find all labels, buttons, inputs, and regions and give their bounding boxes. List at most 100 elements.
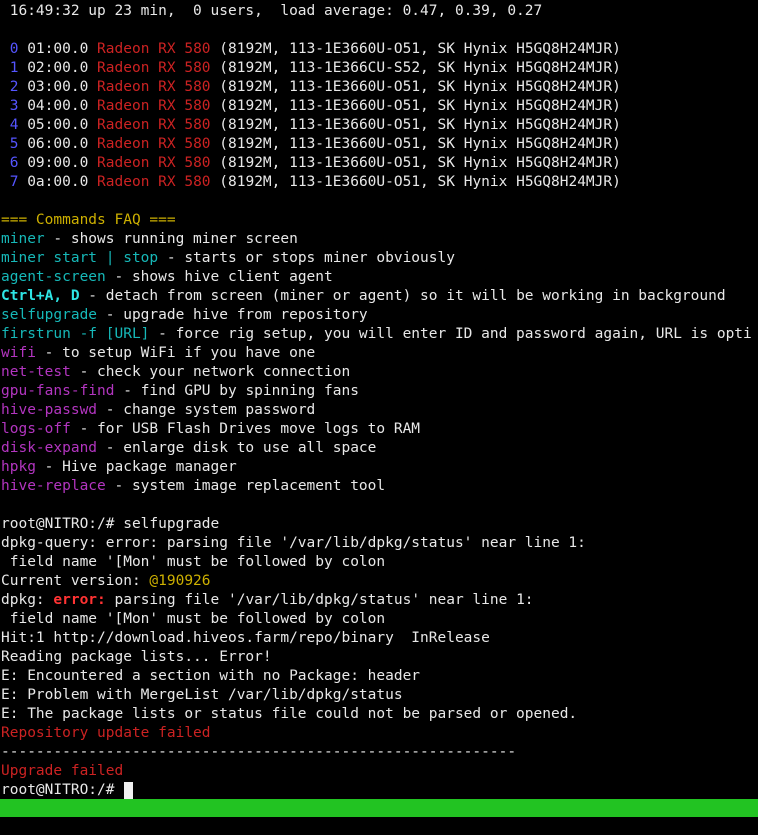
- terminal-line: wifi - to setup WiFi if you have one: [0, 344, 758, 363]
- terminal-output[interactable]: 16:49:32 up 23 min, 0 users, load averag…: [0, 2, 758, 799]
- terminal-line: field name '[Mon' must be followed by co…: [0, 610, 758, 629]
- window-tab-bash[interactable]: 0:bash*: [18, 818, 79, 834]
- terminal-text-segment: 3: [1, 98, 28, 114]
- terminal-text-segment: - enlarge disk to use all space: [97, 440, 377, 456]
- terminal-text-segment: net-test: [1, 364, 71, 380]
- terminal-text-segment: (8192M, 113-1E3660U-O51, SK Hynix H5GQ8H…: [210, 117, 621, 133]
- terminal-text-segment: Radeon RX 580: [97, 79, 211, 95]
- terminal-line: agent-screen - shows hive client agent: [0, 268, 758, 287]
- terminal-text-segment: - detach from screen (miner or agent) so…: [79, 288, 726, 304]
- terminal-text-segment: field name '[Mon' must be followed by co…: [1, 554, 386, 570]
- terminal-text-segment: - force rig setup, you will enter ID and…: [149, 326, 752, 342]
- terminal-text-segment: 5: [1, 136, 28, 152]
- terminal-line: Upgrade failed: [0, 762, 758, 781]
- terminal-text-segment: ----------------------------------------…: [1, 744, 517, 760]
- terminal-text-segment: 0a:00.0: [27, 174, 98, 190]
- terminal-text-segment: E: The package lists or status file coul…: [1, 706, 578, 722]
- terminal-line: 7 0a:00.0 Radeon RX 580 (8192M, 113-1E36…: [0, 173, 758, 192]
- terminal-text-segment: root@NITRO:/# selfupgrade: [1, 516, 220, 532]
- terminal-text-segment: - change system password: [97, 402, 316, 418]
- terminal-text-segment: - find GPU by spinning fans: [114, 383, 359, 399]
- terminal-line: Current version: @190926: [0, 572, 758, 591]
- terminal-line: selfupgrade - upgrade hive from reposito…: [0, 306, 758, 325]
- terminal-text-segment: (8192M, 113-1E3660U-O51, SK Hynix H5GQ8H…: [210, 136, 621, 152]
- terminal-line: 6 09:00.0 Radeon RX 580 (8192M, 113-1E36…: [0, 154, 758, 173]
- terminal-text-segment: hive-passwd: [1, 402, 98, 418]
- terminal-line: miner start | stop - starts or stops min…: [0, 249, 758, 268]
- terminal-text-segment: (8192M, 113-1E3660U-O51, SK Hynix H5GQ8H…: [210, 174, 621, 190]
- terminal-line: 2 03:00.0 Radeon RX 580 (8192M, 113-1E36…: [0, 78, 758, 97]
- terminal-line: field name '[Mon' must be followed by co…: [0, 553, 758, 572]
- terminal-line: ----------------------------------------…: [0, 743, 758, 762]
- terminal-text-segment: error:: [53, 592, 106, 608]
- terminal-line: 3 04:00.0 Radeon RX 580 (8192M, 113-1E36…: [0, 97, 758, 116]
- terminal-text-segment: field name '[Mon' must be followed by co…: [1, 611, 386, 627]
- terminal-text-segment: - upgrade hive from repository: [97, 307, 368, 323]
- terminal-text-segment: 02:00.0: [27, 60, 98, 76]
- terminal-text-segment: hpkg: [1, 459, 36, 475]
- terminal-line: Repository update failed: [0, 724, 758, 743]
- terminal-line: gpu-fans-find - find GPU by spinning fan…: [0, 382, 758, 401]
- terminal-text-segment: 0: [1, 41, 28, 57]
- terminal-line: === Commands FAQ ===: [0, 211, 758, 230]
- terminal-text-segment: 03:00.0: [27, 79, 98, 95]
- terminal-line: 4 05:00.0 Radeon RX 580 (8192M, 113-1E36…: [0, 116, 758, 135]
- terminal-text-segment: Current version:: [1, 573, 150, 589]
- terminal-text-segment: - shows hive client agent: [105, 269, 333, 285]
- terminal-line: 1 02:00.0 Radeon RX 580 (8192M, 113-1E36…: [0, 59, 758, 78]
- terminal-text-segment: 06:00.0: [27, 136, 98, 152]
- terminal-text-segment: Radeon RX 580: [97, 174, 211, 190]
- terminal-text-segment: parsing file '/var/lib/dpkg/status' near…: [105, 592, 534, 608]
- terminal-text-segment: - starts or stops miner obviously: [158, 250, 455, 266]
- terminal-line: hpkg - Hive package manager: [0, 458, 758, 477]
- terminal-text-segment: 2: [1, 79, 28, 95]
- terminal-text-segment: Ctrl+A, D: [1, 288, 80, 304]
- terminal-text-segment: dpkg:: [1, 592, 54, 608]
- terminal-text-segment: @190926: [149, 573, 211, 589]
- terminal-text-segment: Reading package lists... Error!: [1, 649, 272, 665]
- terminal-line: 0 01:00.0 Radeon RX 580 (8192M, 113-1E36…: [0, 40, 758, 59]
- terminal-text-segment: E: Encountered a section with no Package…: [1, 668, 421, 684]
- terminal-text-segment: selfupgrade: [1, 307, 98, 323]
- terminal-text-segment: - shows running miner screen: [44, 231, 298, 247]
- terminal-line: E: Problem with MergeList /var/lib/dpkg/…: [0, 686, 758, 705]
- terminal-line: disk-expand - enlarge disk to use all sp…: [0, 439, 758, 458]
- terminal-line: miner - shows running miner screen: [0, 230, 758, 249]
- terminal-text-segment: firstrun -f [URL]: [1, 326, 150, 342]
- terminal-text-segment: root@NITRO:/#: [1, 782, 124, 798]
- terminal-text-segment: Radeon RX 580: [97, 117, 211, 133]
- terminal-line: Hit:1 http://download.hiveos.farm/repo/b…: [0, 629, 758, 648]
- terminal-text-segment: 6: [1, 155, 28, 171]
- terminal-line: firstrun -f [URL] - force rig setup, you…: [0, 325, 758, 344]
- terminal-text-segment: - Hive package manager: [35, 459, 237, 475]
- terminal-text-segment: 09:00.0: [27, 155, 98, 171]
- terminal-line: hive-passwd - change system password: [0, 401, 758, 420]
- terminal-text-segment: 7: [1, 174, 28, 190]
- terminal-line: Reading package lists... Error!: [0, 648, 758, 667]
- tmux-status-bar: 0:bash*: [0, 799, 758, 834]
- terminal-text-segment: 16:49:32 up 23 min, 0 users, load averag…: [1, 3, 543, 19]
- terminal-text-segment: (8192M, 113-1E3660U-O51, SK Hynix H5GQ8H…: [210, 98, 621, 114]
- terminal-text-segment: Radeon RX 580: [97, 41, 211, 57]
- terminal-text-segment: Repository update failed: [1, 725, 211, 741]
- terminal-text-segment: logs-off: [1, 421, 71, 437]
- terminal-text-segment: (8192M, 113-1E366CU-S52, SK Hynix H5GQ8H…: [210, 60, 621, 76]
- terminal-text-segment: 01:00.0: [27, 41, 98, 57]
- terminal-text-segment: (8192M, 113-1E3660U-O51, SK Hynix H5GQ8H…: [210, 79, 621, 95]
- terminal-line: dpkg-query: error: parsing file '/var/li…: [0, 534, 758, 553]
- terminal-text-segment: Radeon RX 580: [97, 155, 211, 171]
- terminal-text-segment: miner: [1, 231, 45, 247]
- terminal-text-segment: - to setup WiFi if you have one: [35, 345, 316, 361]
- terminal-line: hive-replace - system image replacement …: [0, 477, 758, 496]
- terminal-text-segment: (8192M, 113-1E3660U-O51, SK Hynix H5GQ8H…: [210, 155, 621, 171]
- terminal-text-segment: - for USB Flash Drives move logs to RAM: [70, 421, 421, 437]
- cursor-block: [124, 781, 134, 799]
- terminal-text-segment: 04:00.0: [27, 98, 98, 114]
- terminal-text-segment: Radeon RX 580: [97, 98, 211, 114]
- terminal-text-segment: 05:00.0: [27, 117, 98, 133]
- terminal-line: E: The package lists or status file coul…: [0, 705, 758, 724]
- terminal-text-segment: Radeon RX 580: [97, 136, 211, 152]
